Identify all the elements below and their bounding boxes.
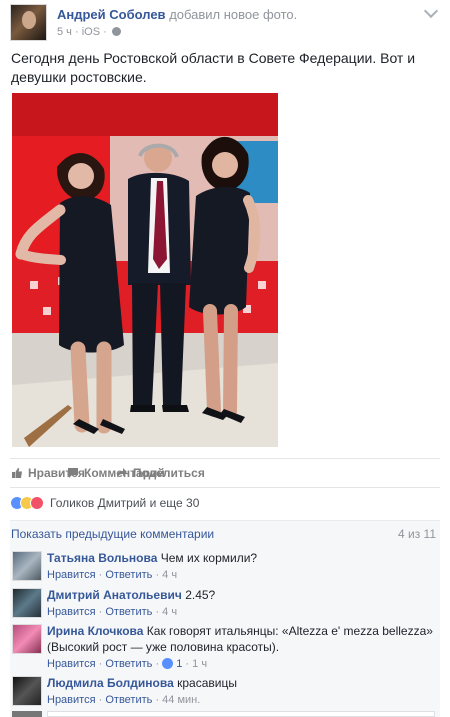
- comment-reply-link[interactable]: Ответить: [105, 606, 152, 618]
- post-device: iOS: [81, 26, 101, 38]
- meta-separator: ·: [98, 569, 103, 581]
- globe-icon: [111, 27, 121, 36]
- comment-text: Чем их кормили?: [160, 551, 258, 565]
- love-reaction-icon: [30, 496, 44, 510]
- comment-body: Татьяна Вольнова Чем их кормили? Нравитс…: [47, 550, 435, 583]
- meta-separator: ·: [74, 26, 79, 38]
- avatar[interactable]: [12, 624, 42, 654]
- meta-separator: ·: [103, 26, 107, 38]
- comment-input[interactable]: [47, 711, 435, 717]
- avatar[interactable]: [12, 588, 42, 618]
- comment-count: 4 из 11: [397, 527, 436, 541]
- post-actions: Нравится Комментарий Поделиться: [10, 458, 440, 488]
- comment-icon: [68, 468, 78, 478]
- comment-reply-link[interactable]: Ответить: [105, 658, 152, 670]
- meta-separator: ·: [98, 606, 103, 618]
- previous-comments-link[interactable]: Показать предыдущие комментарии: [11, 527, 214, 541]
- comment-button[interactable]: Комментарий: [67, 466, 450, 480]
- comment-time-link[interactable]: 4 ч: [162, 606, 177, 618]
- comment-item: Татьяна Вольнова Чем их кормили? Нравитс…: [11, 551, 436, 585]
- comment-like-icon: [162, 658, 174, 669]
- photo-scene: [12, 93, 278, 447]
- meta-separator: ·: [155, 658, 160, 670]
- comment-body: Людмила Болдинова красавицы Нравится · О…: [47, 675, 435, 708]
- comment-like-link[interactable]: Нравится: [47, 694, 96, 706]
- author-avatar[interactable]: [10, 4, 47, 41]
- meta-separator: ·: [185, 658, 190, 670]
- comment-author[interactable]: Людмила Болдинова: [47, 676, 174, 690]
- comment-button-label: Комментарий: [84, 466, 165, 480]
- comment-meta: Нравится · Ответить · 4 ч: [47, 569, 177, 581]
- post-meta: 5 ч · iOS ·: [57, 26, 121, 38]
- meta-separator: ·: [155, 606, 160, 618]
- comment-item: Дмитрий Анатольевич 2.45? Нравится · Отв…: [11, 588, 436, 622]
- comment-body: Дмитрий Анатольевич 2.45? Нравится · Отв…: [47, 587, 435, 620]
- meta-separator: ·: [155, 569, 160, 581]
- comment-author[interactable]: Дмитрий Анатольевич: [47, 588, 182, 602]
- post-photo[interactable]: [12, 93, 278, 447]
- comment-item: Людмила Болдинова красавицы Нравится · О…: [11, 676, 436, 710]
- comment-author[interactable]: Татьяна Вольнова: [47, 551, 157, 565]
- meta-separator: ·: [98, 694, 103, 706]
- avatar: [12, 711, 42, 717]
- comment-reply-link[interactable]: Ответить: [105, 694, 152, 706]
- meta-separator: ·: [98, 658, 103, 670]
- comment-time-link[interactable]: 44 мин.: [162, 694, 200, 706]
- comment-time-link[interactable]: 4 ч: [162, 569, 177, 581]
- chevron-down-icon[interactable]: [423, 3, 439, 19]
- comment-like-count[interactable]: 1: [176, 658, 182, 670]
- post-time-link[interactable]: 5 ч: [57, 26, 72, 38]
- avatar[interactable]: [12, 551, 42, 581]
- comment-compose: [11, 711, 436, 717]
- like-icon: [12, 468, 22, 478]
- comment-like-link[interactable]: Нравится: [47, 658, 96, 670]
- comments-area: Показать предыдущие комментарии 4 из 11 …: [10, 520, 440, 717]
- reaction-summary[interactable]: Голиков Дмитрий и еще 30: [10, 494, 440, 512]
- comment-body: Ирина Клочкова Как говорят итальянцы: «A…: [47, 623, 435, 672]
- comment-item: Ирина Клочкова Как говорят итальянцы: «A…: [11, 624, 436, 676]
- comment-reply-link[interactable]: Ответить: [105, 569, 152, 581]
- post-text: Сегодня день Ростовской области в Совете…: [11, 50, 416, 85]
- reaction-text[interactable]: Голиков Дмитрий и еще 30: [50, 496, 199, 510]
- comment-like-link[interactable]: Нравится: [47, 569, 96, 581]
- comment-meta: Нравится · Ответить · 44 мин.: [47, 694, 200, 706]
- avatar[interactable]: [12, 676, 42, 706]
- comment-text: красавицы: [177, 676, 237, 690]
- comment-meta: Нравится · Ответить · 4 ч: [47, 606, 177, 618]
- meta-separator: ·: [155, 694, 160, 706]
- comment-author[interactable]: Ирина Клочкова: [47, 624, 143, 638]
- comment-meta: Нравится · Ответить · 1 · 1 ч: [47, 658, 207, 670]
- comment-text: 2.45?: [185, 588, 216, 602]
- comment-like-link[interactable]: Нравится: [47, 606, 96, 618]
- author-line: Андрей Соболев добавил новое фото.: [57, 7, 297, 22]
- post-action-text: добавил новое фото.: [169, 7, 298, 22]
- comment-time-link[interactable]: 1 ч: [192, 658, 207, 670]
- author-name-link[interactable]: Андрей Соболев: [57, 7, 166, 22]
- post-header: Андрей Соболев добавил новое фото. 5 ч ·…: [10, 3, 440, 41]
